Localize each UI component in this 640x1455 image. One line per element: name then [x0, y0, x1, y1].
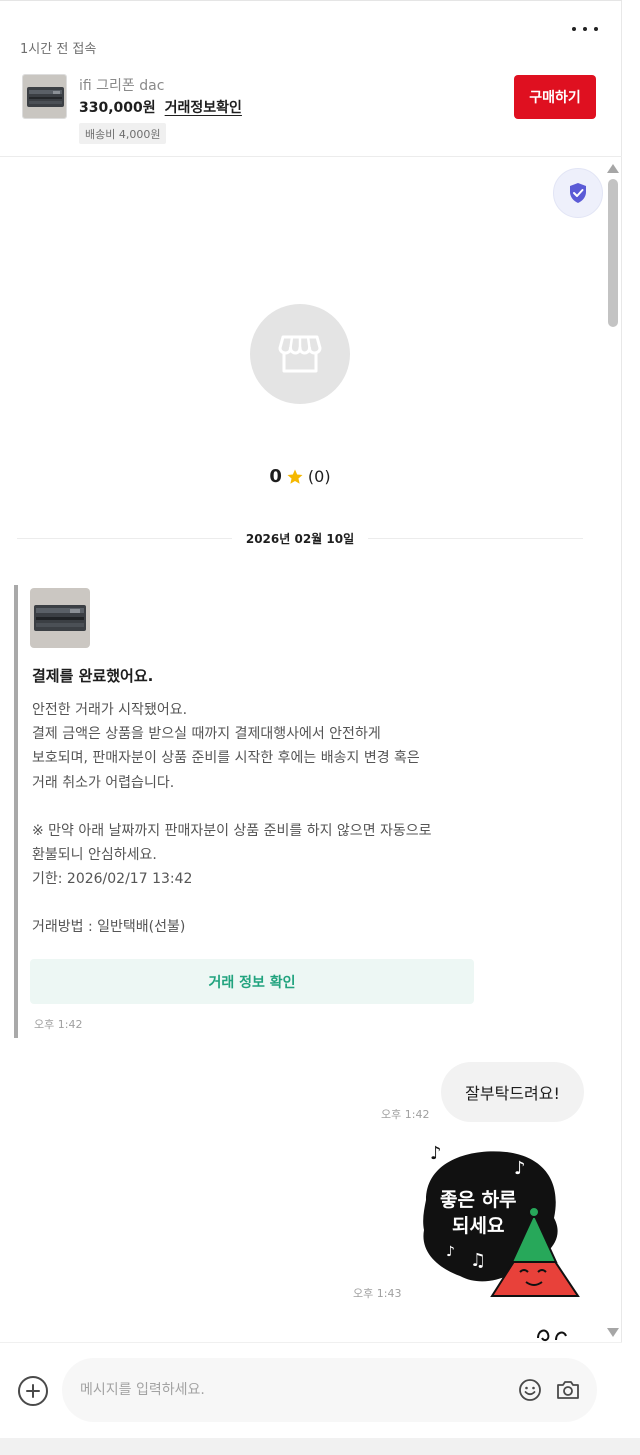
svg-text:♪: ♪: [514, 1158, 526, 1179]
product-name: ifi 그리폰 dac: [79, 78, 165, 94]
card-body-line: 보호되며, 판매자분이 상품 준비를 시작한 후에는 배송지 변경 혹은: [32, 750, 420, 767]
last-seen-status: 1시간 전 접속: [20, 42, 97, 57]
card-body-line: 거래방법 : 일반택배(선불): [32, 919, 186, 936]
rating-count: (0): [307, 467, 331, 486]
chat-header: 1시간 전 접속 ifi 그리폰 dac 330,000원 거래정보확인 배송비…: [0, 0, 622, 157]
next-sticker-preview: [537, 1329, 567, 1342]
card-body-line: 결제 금액은 상품을 받으실 때까지 결제대행사에서 안전하게: [32, 726, 381, 743]
deal-info-link[interactable]: 거래정보확인: [165, 97, 242, 117]
card-body-line: 안전한 거래가 시작됐어요.: [32, 702, 188, 718]
shipping-fee-badge: 배송비 4,000원: [79, 123, 167, 144]
star-icon: [287, 469, 303, 484]
card-title: 결제를 완료했어요.: [32, 667, 154, 685]
card-product-image[interactable]: [30, 588, 90, 648]
plus-circle-icon[interactable]: [18, 1376, 48, 1406]
svg-text:♪: ♪: [446, 1244, 455, 1260]
page-bottom-strip: [0, 1438, 640, 1455]
sticker-text-line2: 되세요: [452, 1215, 504, 1237]
product-price: 330,000원: [79, 100, 156, 116]
sticker-text-line1: 좋은 하루: [440, 1189, 517, 1211]
camera-icon[interactable]: [555, 1377, 581, 1403]
scroll-down-arrow-icon[interactable]: [607, 1328, 619, 1337]
card-body-line: [32, 795, 482, 819]
card-body-line: 환불되니 안심하세요.: [32, 847, 157, 864]
date-divider-label: 2026년 02월 10일: [245, 531, 355, 546]
card-body-line: [32, 891, 482, 915]
message-input[interactable]: [80, 1372, 500, 1408]
seller-rating: 0 (0): [0, 466, 600, 487]
card-body-line: 기한: 2026/02/17 13:42: [32, 871, 193, 888]
date-divider: 2026년 02월 10일: [17, 528, 583, 548]
chat-scrollbar[interactable]: [604, 157, 622, 1342]
store-icon[interactable]: [250, 304, 350, 404]
product-thumbnail[interactable]: [22, 74, 67, 119]
message-input-box: [62, 1358, 597, 1422]
sticker-image[interactable]: ♪ ♪ ♪ ♫ 좋은 하루 되세요: [416, 1140, 584, 1300]
shield-check-icon[interactable]: [553, 168, 603, 218]
message-time: 오후 1:42: [34, 1018, 83, 1031]
card-body: 안전한 거래가 시작됐어요. 결제 금액은 상품을 받으실 때까지 결제대행사에…: [32, 698, 482, 940]
card-body-line: ※ 만약 아래 날짜까지 판매자분이 상품 준비를 하지 않으면 자동으로: [32, 822, 432, 839]
chat-window: 1시간 전 접속 ifi 그리폰 dac 330,000원 거래정보확인 배송비…: [0, 0, 622, 1455]
smile-icon[interactable]: [518, 1378, 542, 1402]
buy-button[interactable]: 구매하기: [514, 75, 596, 119]
rating-score: 0: [269, 466, 282, 487]
more-options-icon[interactable]: [572, 18, 598, 40]
my-message-bubble[interactable]: 잘부탁드려요!: [441, 1062, 584, 1122]
svg-text:♪: ♪: [430, 1143, 442, 1164]
view-deal-info-button[interactable]: 거래 정보 확인: [30, 959, 474, 1004]
card-body-line: 거래 취소가 어렵습니다.: [32, 774, 175, 791]
message-time: 오후 1:42: [381, 1108, 430, 1121]
scroll-thumb[interactable]: [608, 179, 618, 327]
payment-complete-card: 결제를 완료했어요. 안전한 거래가 시작됐어요. 결제 금액은 상품을 받으실…: [14, 585, 484, 1038]
message-time: 오후 1:43: [353, 1287, 402, 1300]
svg-text:♫: ♫: [470, 1250, 486, 1271]
scroll-up-arrow-icon[interactable]: [607, 164, 619, 173]
price-row: 330,000원 거래정보확인: [79, 97, 242, 117]
